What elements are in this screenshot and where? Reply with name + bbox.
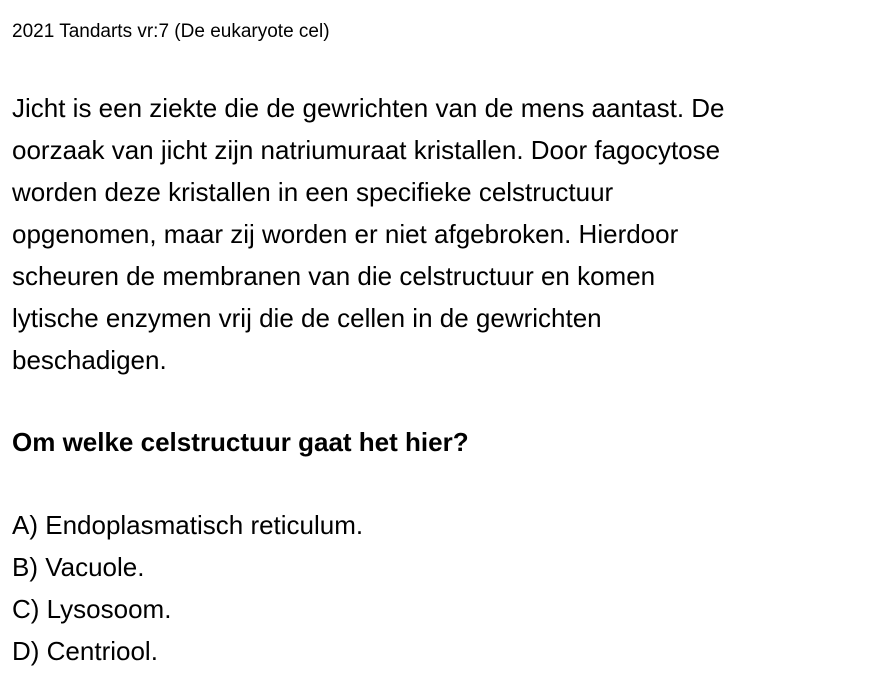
option-b: B) Vacuole. [12,552,145,582]
passage-line: lytische enzymen vrij die de cellen in d… [12,303,602,333]
option-d: D) Centriool. [12,636,158,666]
passage-line: Jicht is een ziekte die de gewrichten va… [12,93,725,123]
option-a: A) Endoplasmatisch reticulum. [12,510,364,540]
question-header: 2021 Tandarts vr:7 (De eukaryote cel) [12,21,330,42]
question-page: 2021 Tandarts vr:7 (De eukaryote cel) Ji… [0,0,892,700]
passage-line: opgenomen, maar zij worden er niet afgeb… [12,219,679,249]
passage-line: scheuren de membranen van die celstructu… [12,261,656,291]
question-prompt: Om welke celstructuur gaat het hier? [12,427,469,457]
option-c: C) Lysosoom. [12,594,172,624]
passage-line: beschadigen. [12,345,167,375]
passage-line: oorzaak van jicht zijn natriumuraat kris… [12,135,721,165]
passage-line: worden deze kristallen in een specifieke… [12,177,614,207]
